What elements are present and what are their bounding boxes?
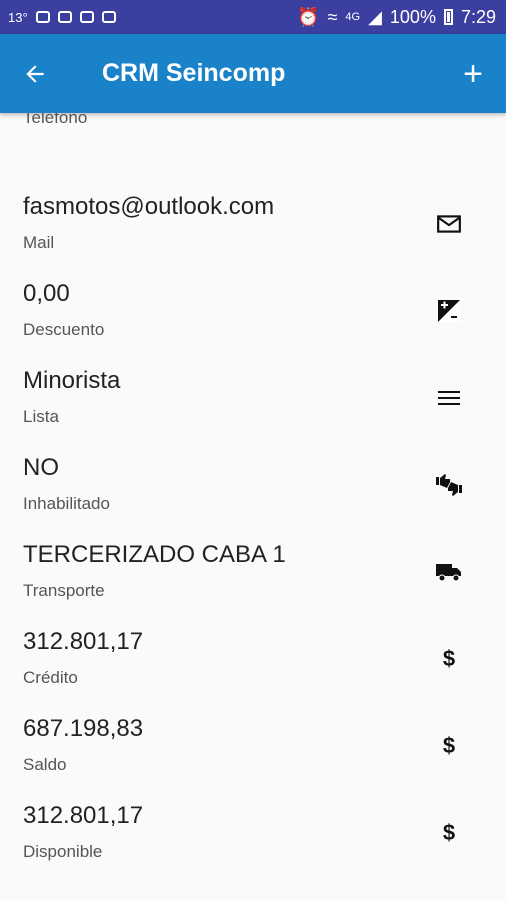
notification-icon	[57, 11, 72, 23]
field-descuento[interactable]: 0,00 Descuento	[0, 280, 506, 367]
cast-icon	[79, 11, 94, 23]
field-label: Saldo	[23, 755, 67, 774]
field-value: 312.801,17	[23, 802, 144, 829]
field-label: Inhabilitado	[23, 494, 110, 513]
field-lista[interactable]: Minorista Lista	[0, 367, 506, 454]
field-value: 687.198,83	[23, 715, 144, 742]
arrow-back-icon	[26, 65, 44, 83]
signal-icon: ◢	[368, 6, 382, 27]
dollar-icon[interactable]: $	[434, 731, 464, 761]
status-bar: 13° ⏰ ≈ 4G ◢ 100% 7:29	[0, 0, 506, 34]
phone-icon[interactable]	[434, 113, 464, 114]
exposure-icon[interactable]	[434, 296, 464, 326]
field-label: Lista	[23, 407, 59, 426]
field-value: 0,00	[23, 280, 70, 307]
page-title: CRM Seincomp	[102, 59, 286, 87]
field-label: Transporte	[23, 581, 105, 600]
field-value: fasmotos@outlook.com	[23, 193, 275, 220]
thumbs-up-down-icon[interactable]	[434, 470, 464, 500]
field-value: 312.801,17	[23, 628, 144, 655]
field-label: Disponible	[23, 842, 103, 861]
back-button[interactable]	[20, 56, 50, 92]
list-icon[interactable]	[434, 383, 464, 413]
field-label: Mail	[23, 233, 55, 252]
dollar-icon[interactable]: $	[434, 818, 464, 848]
field-disponible[interactable]: 312.801,17 Disponible $	[0, 802, 506, 889]
truck-icon[interactable]	[434, 557, 464, 587]
client-details-list[interactable]: Teléfono fasmotos@outlook.com Mail 0,00 …	[0, 113, 506, 900]
battery-percent: 100%	[389, 6, 436, 27]
clock-time: 7:29	[460, 6, 496, 27]
field-inhabilitado[interactable]: NO Inhabilitado	[0, 454, 506, 541]
field-label: Descuento	[23, 320, 105, 339]
battery-icon	[443, 9, 453, 25]
field-telefono[interactable]: Teléfono	[0, 113, 506, 155]
field-label: Crédito	[23, 668, 78, 687]
field-value: NO	[23, 454, 59, 481]
mail-icon[interactable]	[434, 209, 464, 239]
temperature-text: 13°	[8, 9, 28, 25]
field-transporte[interactable]: TERCERIZADO CABA 1 Transporte	[0, 541, 506, 628]
field-credito[interactable]: 312.801,17 Crédito $	[0, 628, 506, 715]
field-saldo[interactable]: 687.198,83 Saldo $	[0, 715, 506, 802]
field-value: TERCERIZADO CABA 1	[23, 541, 286, 568]
network-type: 4G	[345, 11, 361, 23]
field-label: Teléfono	[23, 113, 88, 127]
field-value: Minorista	[23, 367, 121, 394]
dollar-icon[interactable]: $	[434, 644, 464, 674]
add-button[interactable]: +	[458, 56, 488, 92]
flag-icon	[101, 11, 116, 23]
weather-icon	[35, 11, 50, 23]
alarm-icon: ⏰	[297, 6, 320, 27]
app-bar: CRM Seincomp +	[0, 34, 506, 113]
wifi-icon: ≈	[327, 6, 338, 27]
field-mail[interactable]: fasmotos@outlook.com Mail	[0, 193, 506, 280]
